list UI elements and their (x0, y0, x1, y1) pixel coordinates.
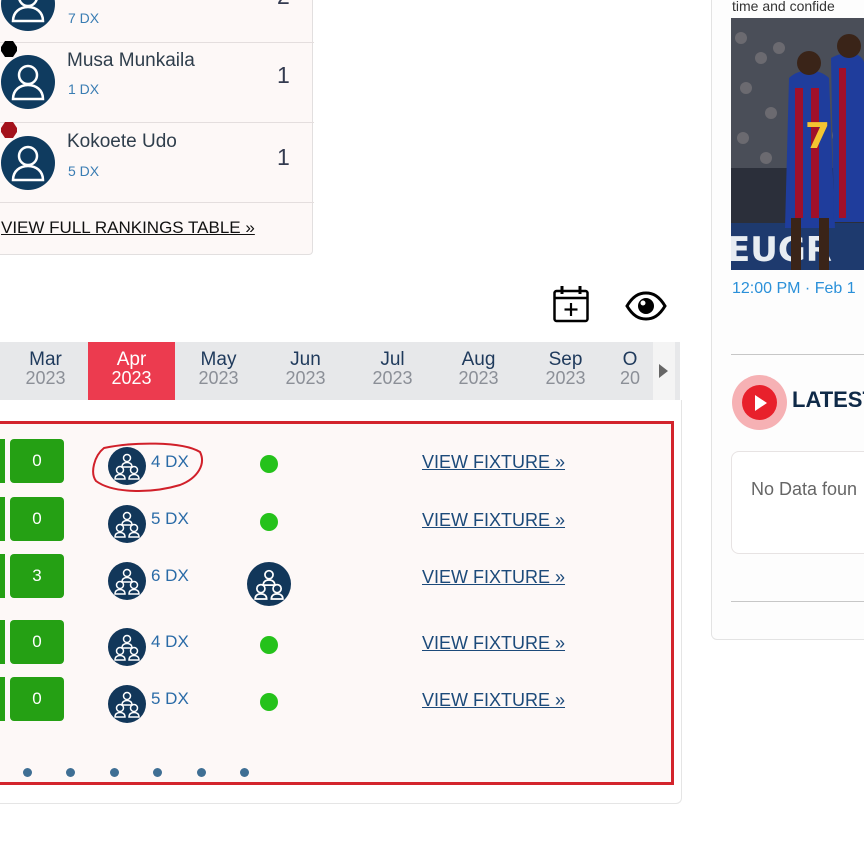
score-edge (0, 554, 5, 598)
latest-heading: LATEST (792, 387, 864, 412)
team-icon (108, 628, 146, 666)
latest-empty-box (731, 451, 864, 554)
pagination-dot[interactable] (66, 768, 75, 777)
score-badge: 0 (10, 439, 64, 483)
score-badge: 0 (10, 497, 64, 541)
dx-count: 6 DX (151, 566, 189, 585)
pagination-dot[interactable] (153, 768, 162, 777)
score-badge: 3 (10, 554, 64, 598)
status-dot (260, 455, 278, 473)
score-edge (0, 620, 5, 664)
status-dot (260, 636, 278, 654)
dx-count: 5 DX (151, 689, 189, 708)
score-badge: 0 (10, 620, 64, 664)
divider (731, 354, 864, 355)
svg-text:EUGR: EUGR (731, 230, 832, 270)
score-edge (0, 497, 5, 541)
fixture-list: 0 4 DX VIEW FIXTURE » 0 5 DX VIEW FIXTUR… (0, 0, 680, 864)
status-dot (260, 513, 278, 531)
pagination-dot[interactable] (23, 768, 32, 777)
view-fixture-link[interactable]: VIEW FIXTURE » (422, 633, 565, 654)
team-icon (108, 505, 146, 543)
pagination-dot[interactable] (197, 768, 206, 777)
team-icon (108, 685, 146, 723)
dx-count: 4 DX (151, 632, 189, 651)
score-edge (0, 677, 5, 721)
pagination-dot[interactable] (240, 768, 249, 777)
pagination-dot[interactable] (110, 768, 119, 777)
view-fixture-link[interactable]: VIEW FIXTURE » (422, 510, 565, 531)
news-photo[interactable]: EUGR 76 (731, 18, 864, 270)
dx-count: 5 DX (151, 509, 189, 528)
divider (731, 601, 864, 602)
team-status-icon (247, 562, 291, 606)
view-fixture-link[interactable]: VIEW FIXTURE » (422, 567, 565, 588)
view-fixture-link[interactable]: VIEW FIXTURE » (422, 690, 565, 711)
news-timestamp: 12:00 PM · Feb 1 (732, 280, 856, 297)
youtube-play-icon[interactable] (732, 375, 787, 430)
view-fixture-link[interactable]: VIEW FIXTURE » (422, 452, 565, 473)
score-badge: 0 (10, 677, 64, 721)
annotation-circle (92, 442, 203, 492)
score-edge (0, 439, 5, 483)
team-icon (108, 562, 146, 600)
status-dot (260, 693, 278, 711)
article-snippet: time and confide (732, 0, 835, 14)
no-data-text: No Data foun (751, 479, 858, 499)
